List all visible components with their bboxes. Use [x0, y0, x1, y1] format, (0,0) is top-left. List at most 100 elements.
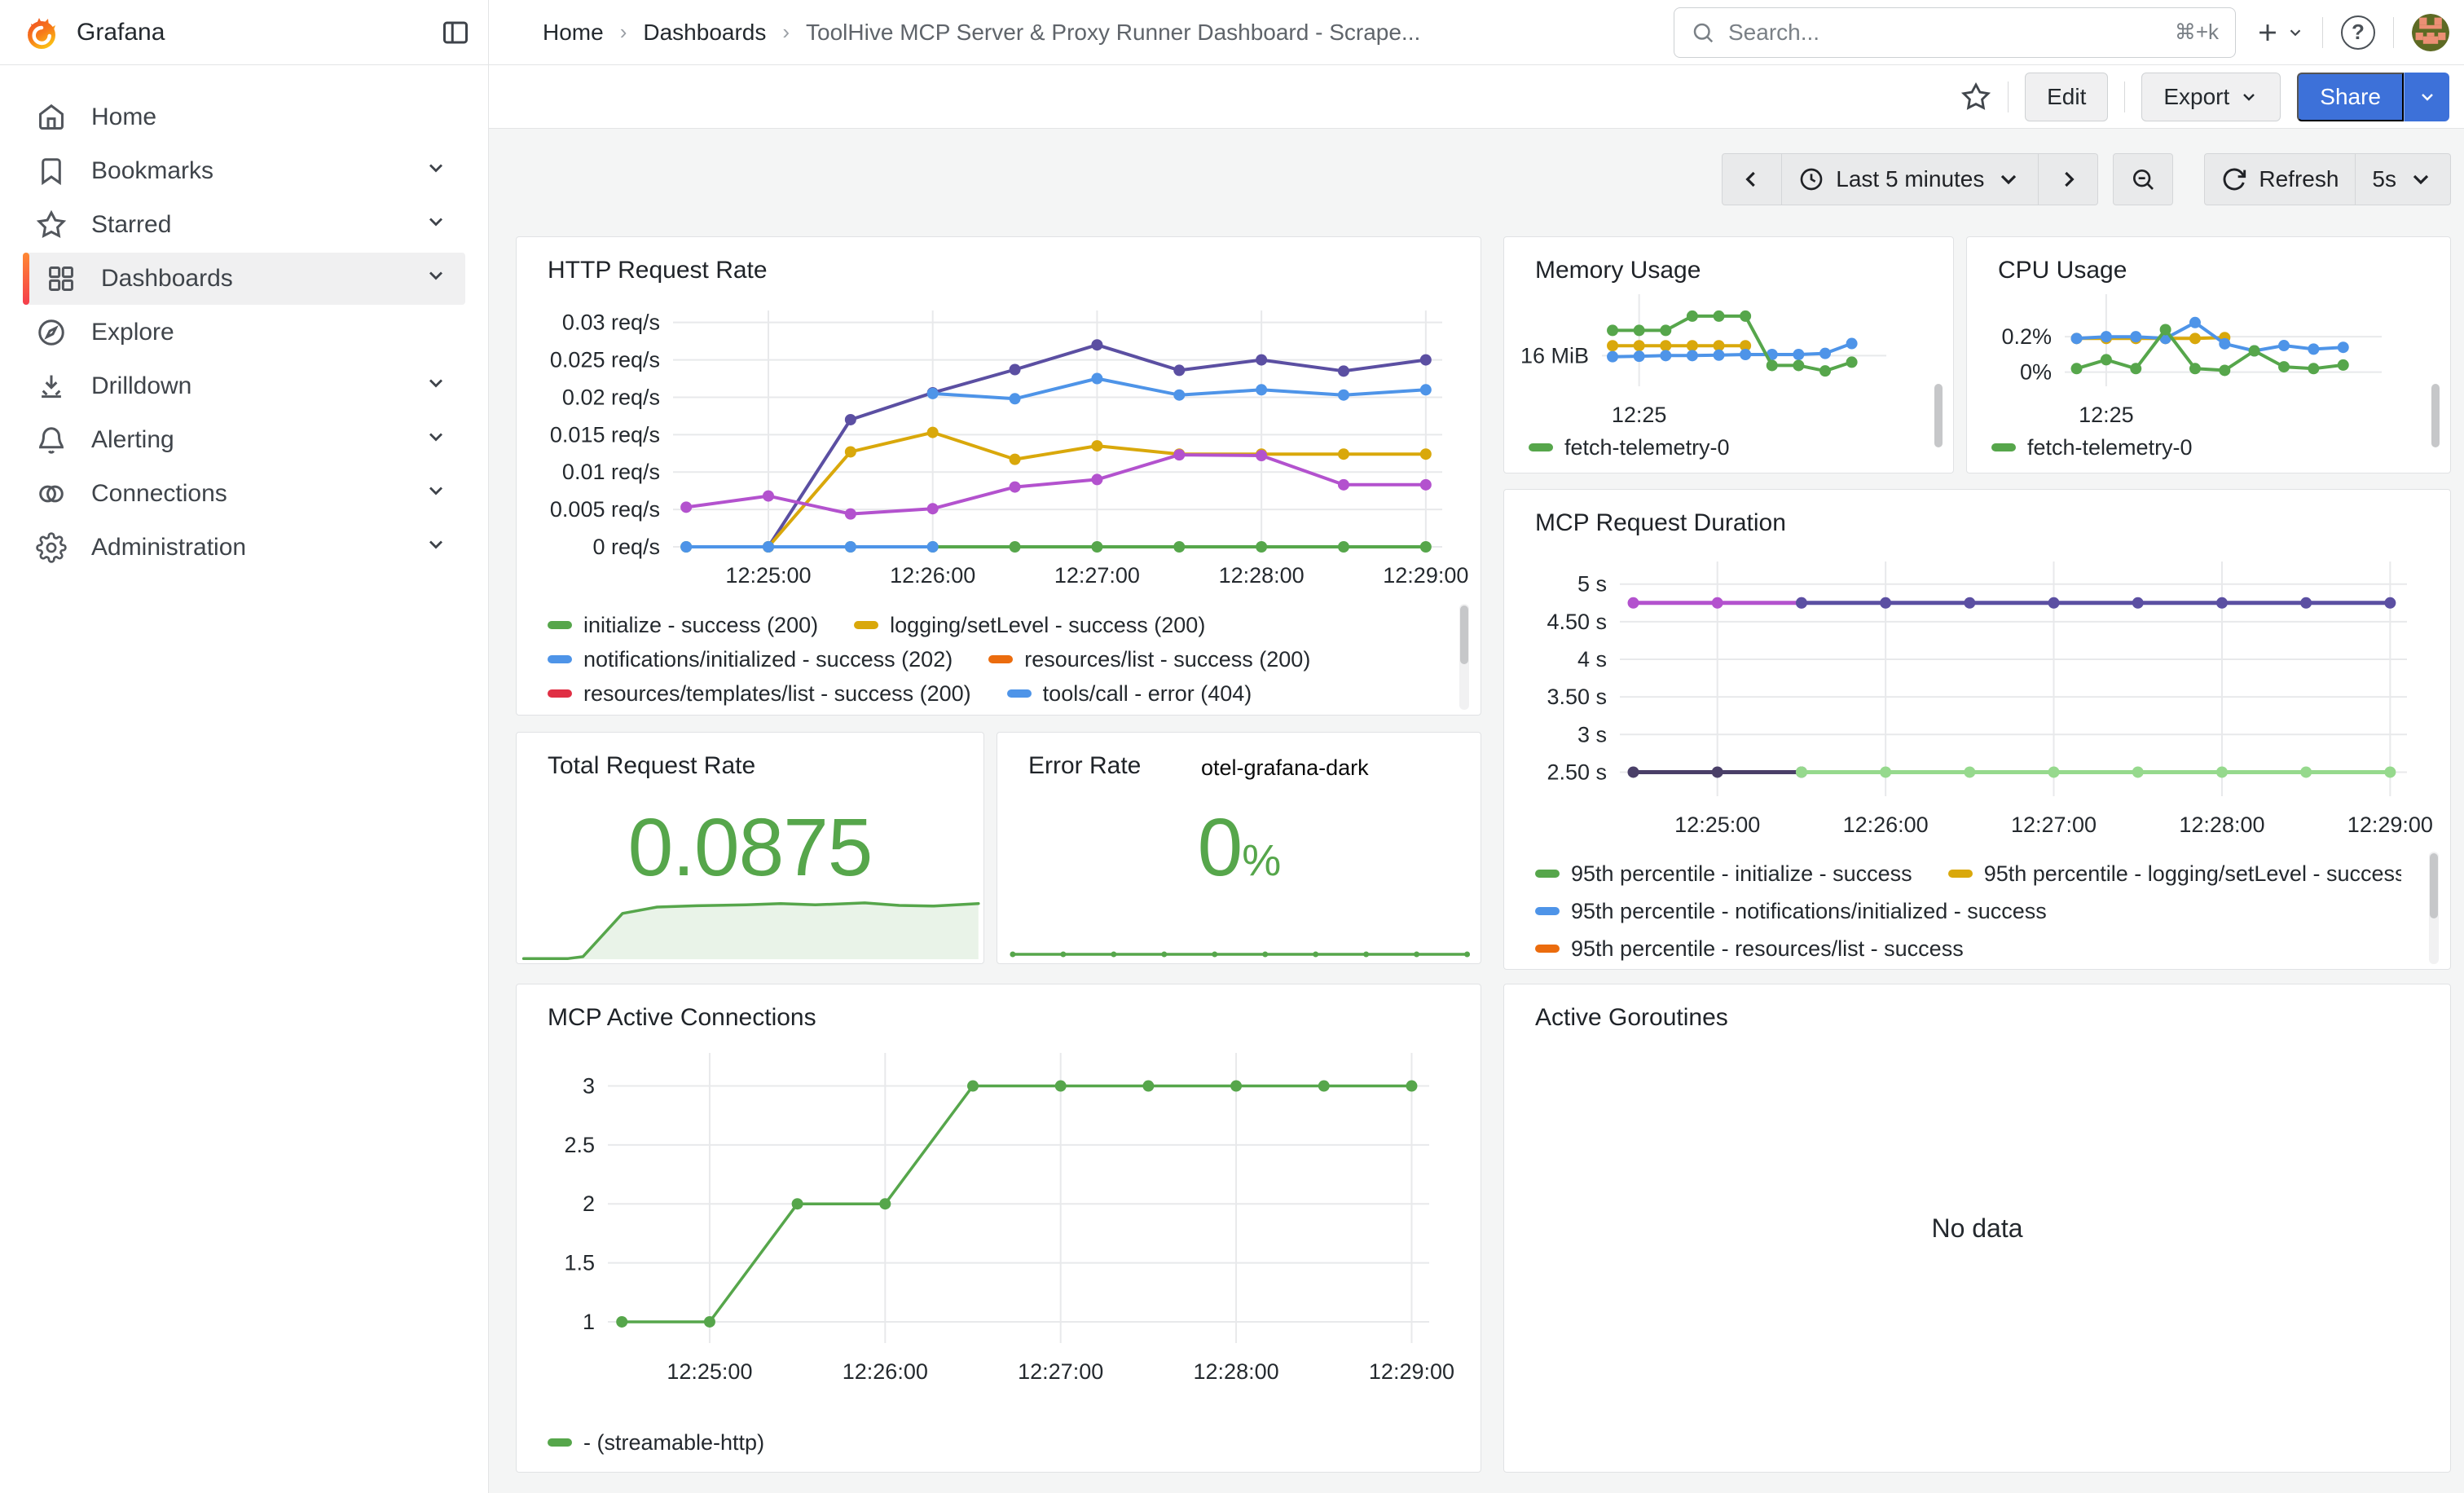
panel-mcp-request-duration: MCP Request Duration 5 s4.50 s4 s3.50 s3…	[1503, 489, 2451, 970]
error-rate-value: 0%	[997, 801, 1481, 895]
time-back-button[interactable]	[1722, 153, 1782, 205]
panel-title[interactable]: MCP Request Duration	[1504, 490, 2450, 537]
legend-swatch	[1535, 945, 1560, 953]
legend-scrollbar[interactable]	[1934, 384, 1943, 465]
compass-icon	[36, 317, 67, 348]
legend-swatch	[854, 621, 878, 629]
mcp-request-duration-chart: 5 s4.50 s4 s3.50 s3 s2.50 s12:25:0012:26…	[1520, 542, 2431, 843]
share-button[interactable]: Share	[2297, 73, 2404, 121]
svg-text:3: 3	[583, 1074, 595, 1099]
legend-item[interactable]: - (streamable-http)	[548, 1430, 764, 1456]
divider	[2124, 81, 2125, 112]
svg-text:0.03 req/s: 0.03 req/s	[562, 310, 660, 335]
legend-scrollbar[interactable]	[2431, 384, 2440, 465]
svg-text:1.5: 1.5	[564, 1251, 595, 1275]
panel-title[interactable]: Memory Usage	[1504, 237, 1953, 284]
svg-text:0.02 req/s: 0.02 req/s	[562, 385, 660, 409]
svg-text:2: 2	[583, 1191, 595, 1216]
divider	[2322, 17, 2323, 48]
search-input-container[interactable]: ⌘+k	[1674, 7, 2236, 58]
zoom-out-button[interactable]	[2113, 153, 2173, 205]
legend-item[interactable]: 95th percentile - resources/list - succe…	[1535, 936, 1964, 962]
sidebar-item-bookmarks[interactable]: Bookmarks	[23, 145, 465, 197]
panel-title[interactable]: CPU Usage	[1967, 237, 2450, 284]
sidebar-item-home[interactable]: Home	[23, 91, 465, 143]
time-forward-button[interactable]	[2039, 153, 2098, 205]
breadcrumb-separator: ›	[620, 20, 627, 45]
refresh-button[interactable]: Refresh	[2204, 153, 2356, 205]
bookmark-icon	[36, 156, 67, 187]
legend-item[interactable]: notifications/initialized - success (202…	[548, 647, 953, 672]
sidebar-item-dashboards[interactable]: Dashboards	[23, 253, 465, 305]
panel-title[interactable]: Total Request Rate	[517, 733, 983, 780]
sidebar-toggle-icon[interactable]	[441, 18, 470, 47]
divider	[2008, 81, 2009, 112]
cpu-legend: fetch-telemetry-0	[1991, 429, 2409, 467]
svg-text:12:26:00: 12:26:00	[843, 1359, 928, 1384]
edit-button[interactable]: Edit	[2025, 73, 2108, 121]
http-request-rate-chart: 0 req/s0.005 req/s0.01 req/s0.015 req/s0…	[533, 289, 1462, 599]
sidebar-item-explore[interactable]: Explore	[23, 306, 465, 359]
legend-item[interactable]: 95th percentile - initialize - success	[1535, 861, 1912, 887]
legend-item[interactable]: initialize - success (200)	[548, 613, 818, 638]
refresh-interval-picker[interactable]: 5s	[2356, 153, 2451, 205]
svg-text:12:27:00: 12:27:00	[1054, 563, 1140, 588]
legend-scrollbar[interactable]	[1459, 604, 1469, 710]
panel-active-goroutines: Active Goroutines No data	[1503, 984, 2451, 1473]
time-range-picker[interactable]: Last 5 minutes	[1782, 153, 2039, 205]
svg-text:0.005 req/s: 0.005 req/s	[550, 497, 660, 522]
sidebar-item-starred[interactable]: Starred	[23, 199, 465, 251]
sidebar-item-alerting[interactable]: Alerting	[23, 414, 465, 466]
panel-error-rate: Error Rate otel-grafana-dark 0%	[997, 732, 1481, 964]
svg-text:0.2%: 0.2%	[2001, 324, 2052, 349]
chevron-down-icon	[2408, 166, 2434, 192]
panel-title[interactable]: HTTP Request Rate	[517, 237, 1481, 284]
breadcrumb: Home›Dashboards›ToolHive MCP Server & Pr…	[543, 20, 1420, 46]
svg-text:12:25:00: 12:25:00	[725, 563, 811, 588]
legend-item[interactable]: fetch-telemetry-0	[1991, 435, 2193, 460]
svg-text:5 s: 5 s	[1577, 572, 1607, 597]
svg-text:0 req/s: 0 req/s	[592, 535, 660, 559]
favorite-star-icon[interactable]	[1960, 81, 1991, 112]
legend-item[interactable]: tools/call - error (404)	[1007, 681, 1252, 707]
breadcrumb-item[interactable]: Dashboards	[643, 20, 766, 46]
grafana-logo[interactable]	[23, 14, 60, 51]
legend-swatch	[1535, 870, 1560, 878]
sidebar-item-administration[interactable]: Administration	[23, 522, 465, 574]
chevron-down-icon	[2418, 87, 2437, 107]
sidebar-item-connections[interactable]: Connections	[23, 468, 465, 520]
legend-swatch	[1991, 443, 2016, 451]
panel-http-request-rate: HTTP Request Rate 0 req/s 0.005 req/s 0.01…	[516, 236, 1481, 716]
chevron-down-icon	[425, 156, 447, 186]
legend-scrollbar[interactable]	[2429, 852, 2439, 964]
legend-swatch	[548, 621, 572, 629]
legend-item[interactable]: resources/templates/list - success (200)	[548, 681, 971, 707]
cpu-usage-chart: 0.2%0%12:25	[1973, 283, 2418, 425]
share-menu-button[interactable]	[2404, 73, 2449, 121]
svg-text:0.025 req/s: 0.025 req/s	[550, 348, 660, 372]
memory-legend: fetch-telemetry-0	[1529, 429, 1912, 467]
add-button[interactable]	[2254, 19, 2304, 46]
refresh-group: Refresh 5s	[2204, 153, 2451, 205]
search-input[interactable]	[1728, 20, 2162, 46]
panel-title[interactable]: MCP Active Connections	[517, 984, 1481, 1032]
legend-item[interactable]: 95th percentile - notifications/initiali…	[1535, 899, 2047, 924]
user-avatar[interactable]	[2412, 14, 2449, 51]
svg-text:2.5: 2.5	[564, 1133, 595, 1157]
legend-item[interactable]: resources/list - success (200)	[988, 647, 1310, 672]
sidebar-item-drilldown[interactable]: Drilldown	[23, 360, 465, 412]
svg-text:0.015 req/s: 0.015 req/s	[550, 422, 660, 447]
legend-item[interactable]: logging/setLevel - success (200)	[854, 613, 1205, 638]
legend-item[interactable]: 95th percentile - logging/setLevel - suc…	[1948, 861, 2401, 887]
breadcrumb-item[interactable]: Home	[543, 20, 604, 46]
chevron-down-icon	[2239, 87, 2259, 107]
legend-swatch	[1007, 689, 1032, 698]
legend-swatch	[1535, 907, 1560, 915]
svg-text:12:25:00: 12:25:00	[1674, 813, 1760, 837]
sidebar-item-label: Starred	[91, 211, 171, 239]
export-button[interactable]: Export	[2141, 73, 2281, 121]
legend-item[interactable]: fetch-telemetry-0	[1529, 435, 1730, 460]
svg-text:12:27:00: 12:27:00	[2011, 813, 2097, 837]
svg-text:1: 1	[583, 1310, 595, 1334]
help-button[interactable]: ?	[2341, 15, 2375, 50]
